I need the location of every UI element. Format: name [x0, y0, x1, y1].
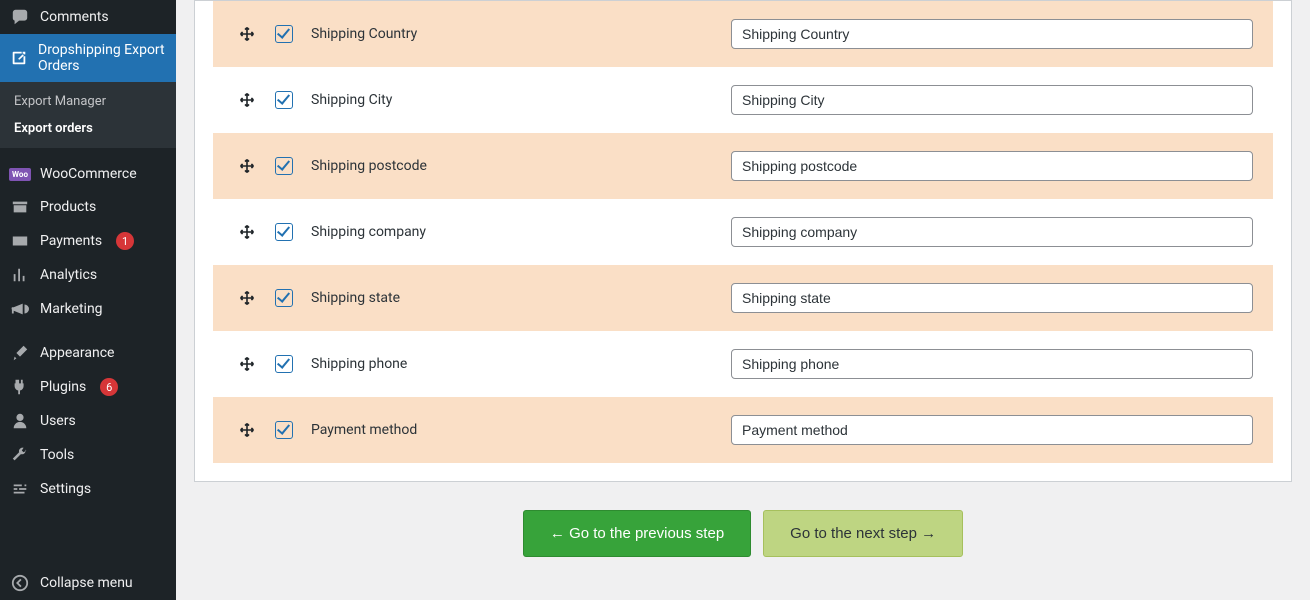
previous-step-button[interactable]: ← Go to the previous step — [523, 510, 751, 557]
sidebar-label: Settings — [40, 481, 91, 497]
sidebar-item-marketing[interactable]: Marketing — [0, 292, 176, 326]
sidebar-label: Dropshipping Export Orders — [38, 42, 166, 74]
drag-handle-icon[interactable] — [233, 356, 261, 372]
sidebar-label: Plugins — [40, 379, 86, 395]
field-name-input[interactable] — [731, 415, 1253, 445]
field-label: Shipping Country — [311, 26, 731, 42]
woocommerce-icon: Woo — [10, 168, 30, 181]
field-name-input[interactable] — [731, 19, 1253, 49]
field-enable-checkbox[interactable] — [275, 223, 293, 241]
field-row: Shipping Country — [213, 1, 1273, 67]
sidebar-item-payments[interactable]: Payments 1 — [0, 224, 176, 258]
comments-icon — [10, 8, 30, 26]
drag-handle-icon[interactable] — [233, 224, 261, 240]
field-label: Shipping phone — [311, 356, 731, 372]
sidebar-label: Comments — [40, 9, 109, 25]
plug-icon — [10, 378, 30, 396]
field-label: Shipping postcode — [311, 158, 731, 174]
sidebar-item-settings[interactable]: Settings — [0, 472, 176, 506]
drag-handle-icon[interactable] — [233, 92, 261, 108]
field-label: Payment method — [311, 422, 731, 438]
wrench-icon — [10, 446, 30, 464]
field-row: Shipping company — [213, 199, 1273, 265]
step-navigation: ← Go to the previous step Go to the next… — [194, 482, 1292, 567]
sidebar-label: Analytics — [40, 267, 97, 283]
archive-icon — [10, 198, 30, 216]
drag-handle-icon[interactable] — [233, 422, 261, 438]
sidebar-label: Tools — [40, 447, 74, 463]
sidebar-item-plugins[interactable]: Plugins 6 — [0, 370, 176, 404]
collapse-menu-button[interactable]: Collapse menu — [0, 565, 176, 600]
field-label: Shipping state — [311, 290, 731, 306]
sidebar-label: Products — [40, 199, 96, 215]
field-row: Shipping postcode — [213, 133, 1273, 199]
field-label: Shipping City — [311, 92, 731, 108]
sidebar-item-tools[interactable]: Tools — [0, 438, 176, 472]
sidebar-label: Payments — [40, 233, 102, 249]
sidebar-item-woocommerce[interactable]: Woo WooCommerce — [0, 158, 176, 190]
field-name-input[interactable] — [731, 283, 1253, 313]
admin-sidebar: Comments Dropshipping Export Orders Expo… — [0, 0, 176, 600]
drag-handle-icon[interactable] — [233, 26, 261, 42]
field-name-input[interactable] — [731, 151, 1253, 181]
field-name-input[interactable] — [731, 217, 1253, 247]
export-icon — [10, 49, 28, 67]
main-content: Shipping Country Shipping City Shipping po… — [176, 0, 1310, 600]
field-row: Shipping phone — [213, 331, 1273, 397]
payments-badge: 1 — [116, 232, 134, 250]
chart-icon — [10, 266, 30, 284]
sidebar-label: Appearance — [40, 345, 114, 361]
user-icon — [10, 412, 30, 430]
sidebar-item-comments[interactable]: Comments — [0, 0, 176, 34]
field-name-input[interactable] — [731, 85, 1253, 115]
field-enable-checkbox[interactable] — [275, 91, 293, 109]
sidebar-label: Collapse menu — [40, 575, 133, 591]
field-row: Shipping City — [213, 67, 1273, 133]
sidebar-label: Users — [40, 413, 76, 429]
plugins-badge: 6 — [100, 378, 118, 396]
field-enable-checkbox[interactable] — [275, 289, 293, 307]
field-enable-checkbox[interactable] — [275, 157, 293, 175]
sidebar-item-users[interactable]: Users — [0, 404, 176, 438]
sidebar-item-appearance[interactable]: Appearance — [0, 336, 176, 370]
sidebar-label: Marketing — [40, 301, 103, 317]
field-label: Shipping company — [311, 224, 731, 240]
export-fields-panel: Shipping Country Shipping City Shipping po… — [194, 0, 1292, 482]
next-step-button[interactable]: Go to the next step → — [763, 510, 963, 557]
card-icon — [10, 232, 30, 250]
sidebar-item-products[interactable]: Products — [0, 190, 176, 224]
sidebar-label: WooCommerce — [40, 166, 137, 182]
sidebar-item-dropshipping-export-orders[interactable]: Dropshipping Export Orders — [0, 34, 176, 82]
field-name-input[interactable] — [731, 349, 1253, 379]
field-row: Shipping state — [213, 265, 1273, 331]
drag-handle-icon[interactable] — [233, 158, 261, 174]
field-row: Payment method — [213, 397, 1273, 463]
submenu-export-orders[interactable]: Export orders — [0, 115, 176, 142]
sliders-icon — [10, 480, 30, 498]
drag-handle-icon[interactable] — [233, 290, 261, 306]
brush-icon — [10, 344, 30, 362]
submenu-export-manager[interactable]: Export Manager — [0, 88, 176, 115]
megaphone-icon — [10, 300, 30, 318]
sidebar-item-analytics[interactable]: Analytics — [0, 258, 176, 292]
field-enable-checkbox[interactable] — [275, 25, 293, 43]
field-enable-checkbox[interactable] — [275, 421, 293, 439]
field-enable-checkbox[interactable] — [275, 355, 293, 373]
sidebar-submenu: Export Manager Export orders — [0, 82, 176, 148]
collapse-icon — [10, 574, 30, 592]
